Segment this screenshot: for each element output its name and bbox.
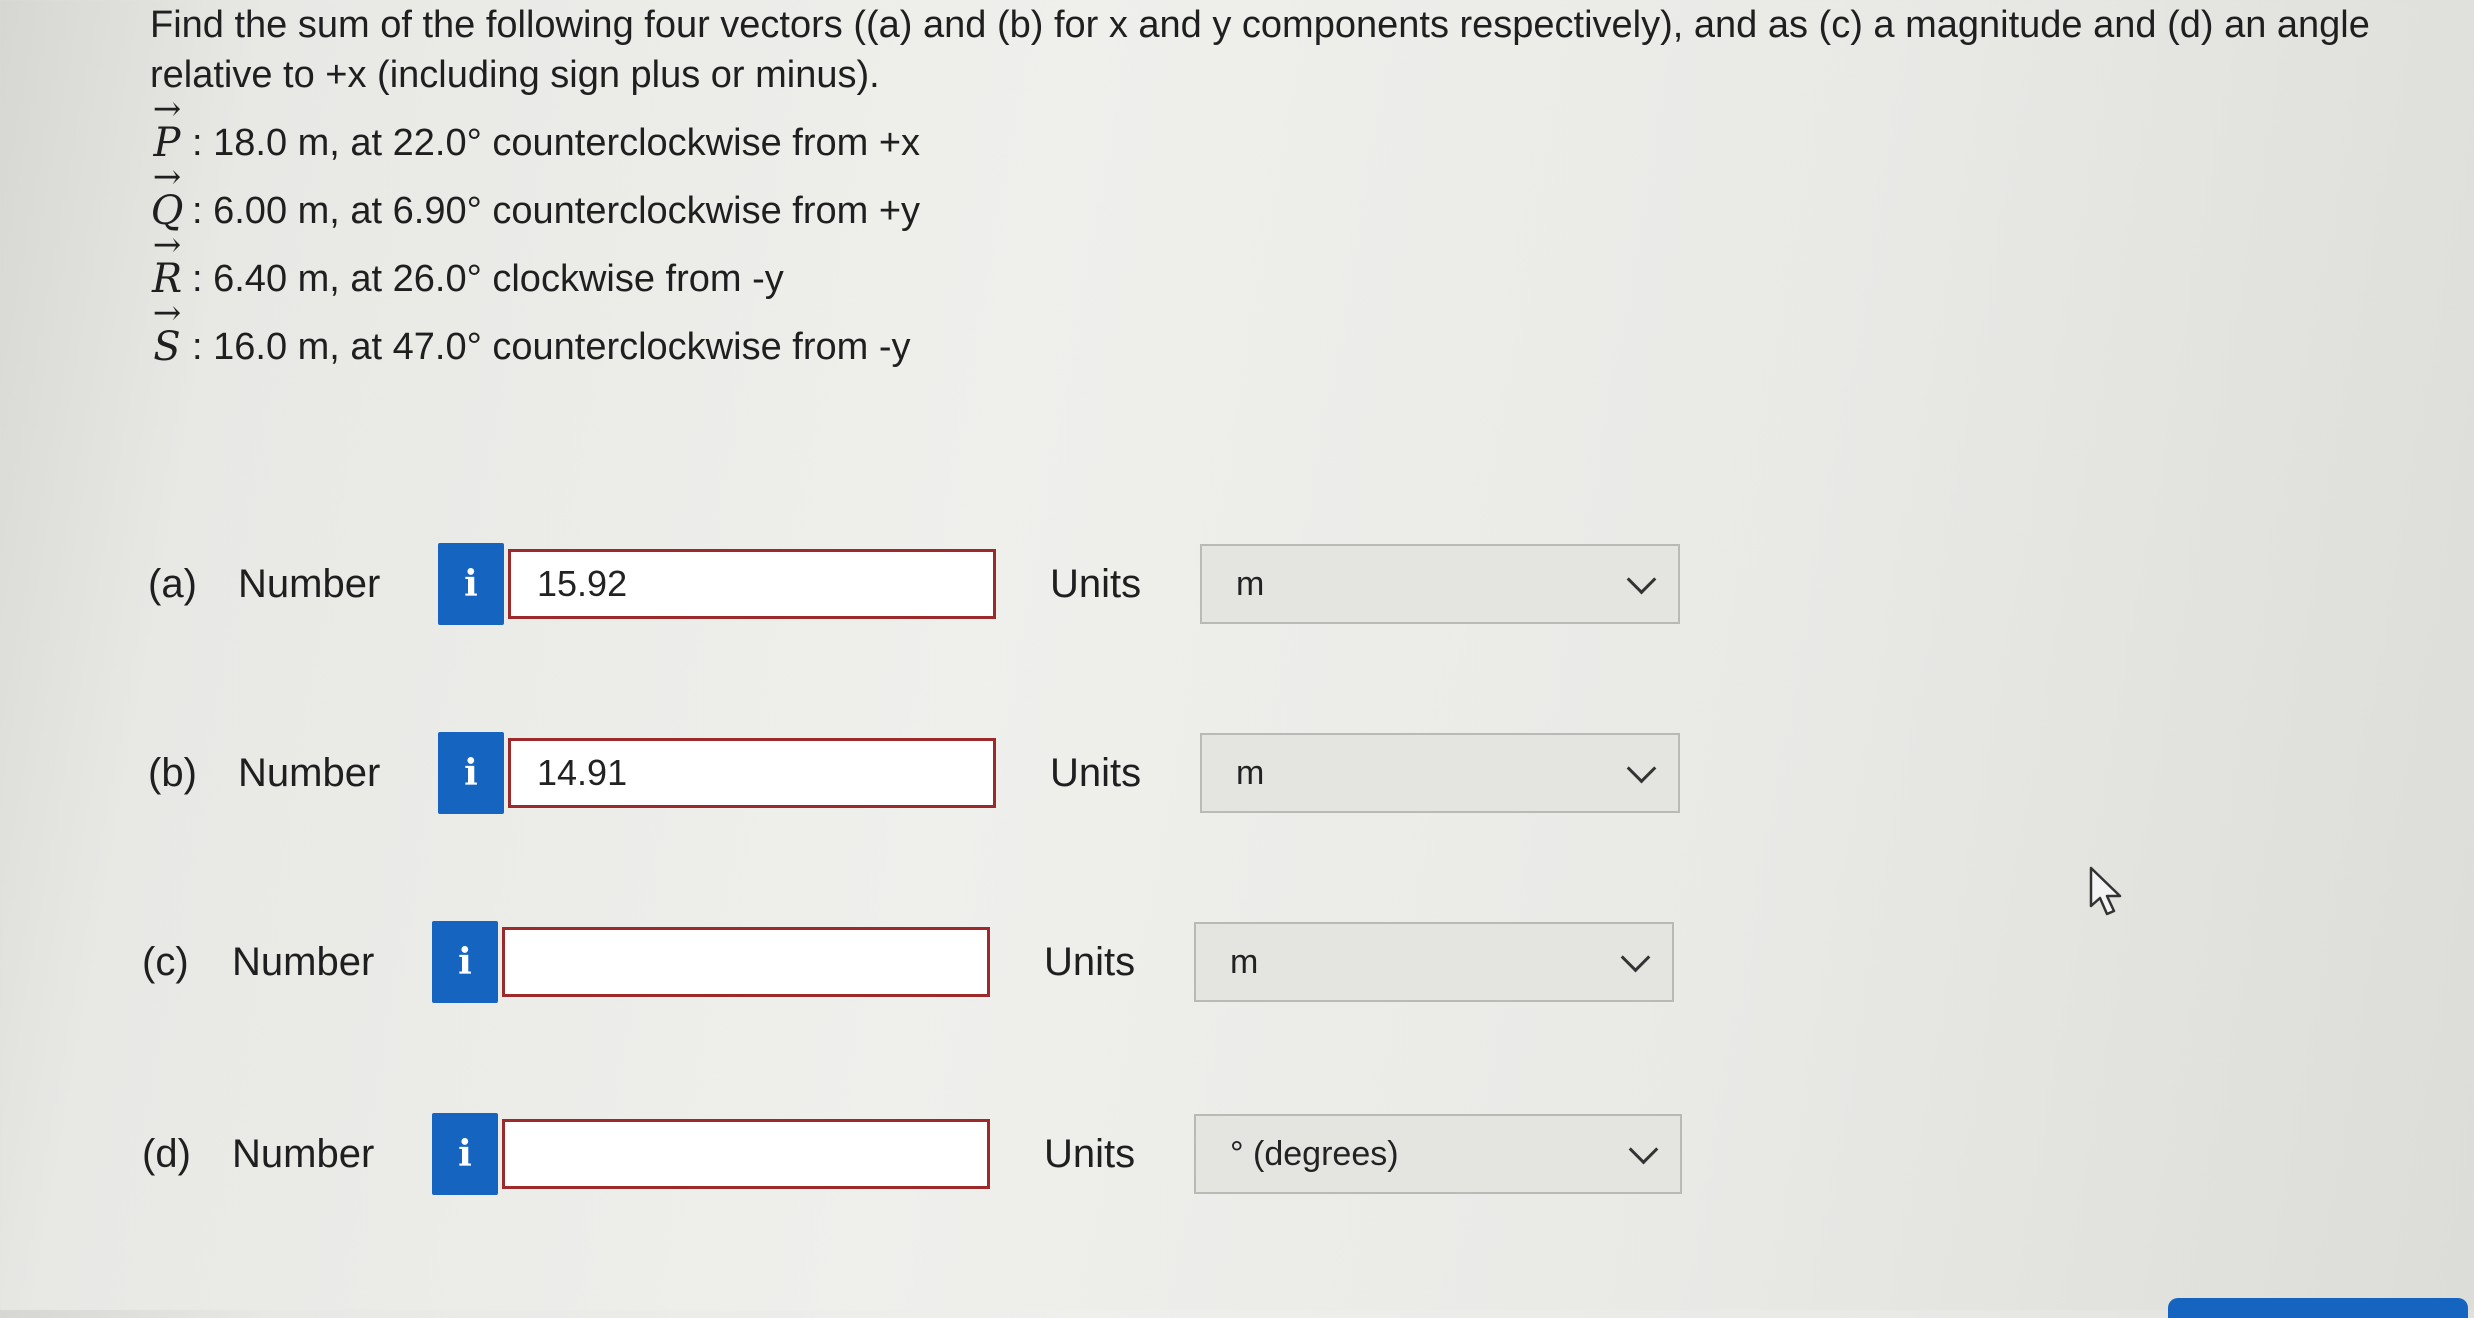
number-label: Number bbox=[238, 561, 381, 606]
question-text: Find the sum of the following four vecto… bbox=[150, 0, 2390, 372]
units-label: Units bbox=[1044, 939, 1136, 984]
units-select-d[interactable]: ° (degrees) bbox=[1194, 1114, 1682, 1194]
units-label: Units bbox=[1050, 750, 1142, 795]
part-label: (c) bbox=[142, 939, 189, 984]
info-icon[interactable]: i bbox=[438, 732, 504, 814]
submit-button-edge[interactable] bbox=[2168, 1298, 2468, 1318]
answer-row-b: (b) Number i Units m bbox=[148, 731, 1680, 815]
vector-s: → S: 16.0 m, at 47.0° counterclockwise fr… bbox=[150, 296, 2390, 372]
answer-row-a: (a) Number i Units m bbox=[148, 542, 1680, 626]
chevron-down-icon bbox=[1626, 753, 1657, 783]
answer-c-input[interactable] bbox=[502, 927, 990, 997]
units-label: Units bbox=[1044, 1131, 1136, 1176]
vector-description: : 6.40 m, at 26.0° clockwise from -y bbox=[192, 258, 784, 300]
vector-arrow-icon: → bbox=[152, 225, 182, 265]
selected-unit: m bbox=[1236, 564, 1265, 603]
answer-a-input[interactable] bbox=[508, 549, 996, 619]
vector-description: : 18.0 m, at 22.0° counterclockwise from… bbox=[192, 122, 921, 164]
part-label: (b) bbox=[148, 750, 197, 795]
info-icon[interactable]: i bbox=[438, 543, 504, 625]
vector-r: → R: 6.40 m, at 26.0° clockwise from -y bbox=[150, 228, 2390, 304]
part-label: (d) bbox=[142, 1131, 191, 1176]
chevron-down-icon bbox=[1628, 1134, 1659, 1164]
units-select-c[interactable]: m bbox=[1194, 922, 1674, 1002]
question-intro: Find the sum of the following four vecto… bbox=[150, 4, 2370, 96]
chevron-down-icon bbox=[1626, 564, 1657, 594]
selected-unit: m bbox=[1236, 753, 1265, 792]
answer-d-input[interactable] bbox=[502, 1119, 990, 1189]
vector-description: : 6.00 m, at 6.90° counterclockwise from… bbox=[192, 190, 921, 232]
selected-unit: ° (degrees) bbox=[1230, 1134, 1399, 1173]
vector-description: : 16.0 m, at 47.0° counterclockwise from… bbox=[192, 326, 911, 368]
chevron-down-icon bbox=[1620, 942, 1651, 972]
info-icon[interactable]: i bbox=[432, 921, 498, 1003]
vector-arrow-icon: → bbox=[152, 89, 182, 129]
units-label: Units bbox=[1050, 561, 1142, 606]
number-label: Number bbox=[238, 750, 381, 795]
vector-arrow-icon: → bbox=[152, 157, 182, 197]
vector-q: → Q: 6.00 m, at 6.90° counterclockwise fr… bbox=[150, 160, 2390, 236]
units-select-b[interactable]: m bbox=[1200, 733, 1680, 813]
units-select-a[interactable]: m bbox=[1200, 544, 1680, 624]
vector-arrow-icon: → bbox=[152, 293, 182, 333]
number-label: Number bbox=[232, 939, 375, 984]
vector-p: → P: 18.0 m, at 22.0° counterclockwise fr… bbox=[150, 92, 2390, 168]
mouse-cursor-icon bbox=[2089, 866, 2122, 916]
number-label: Number bbox=[232, 1131, 375, 1176]
answer-row-d: (d) Number i Units ° (degrees) bbox=[142, 1112, 1682, 1196]
answer-b-input[interactable] bbox=[508, 738, 996, 808]
answer-row-c: (c) Number i Units m bbox=[142, 920, 1674, 1004]
part-label: (a) bbox=[148, 561, 197, 606]
info-icon[interactable]: i bbox=[432, 1113, 498, 1195]
selected-unit: m bbox=[1230, 942, 1259, 981]
